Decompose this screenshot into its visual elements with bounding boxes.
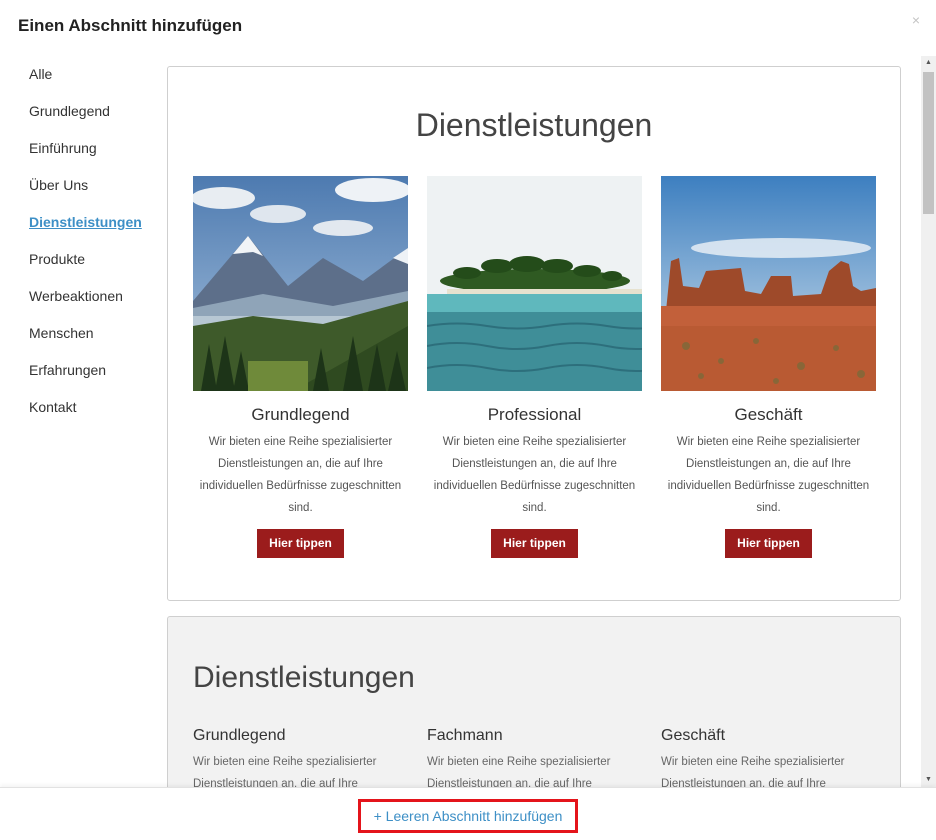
section-preview-list: Dienstleistungen Grundlegend Wir bieten … — [160, 56, 921, 787]
dialog-header: Einen Abschnitt hinzufügen × — [0, 0, 936, 52]
hier-tippen-button[interactable]: Hier tippen — [257, 529, 344, 558]
scroll-up-icon[interactable]: ▲ — [921, 56, 936, 70]
sidebar-item-werbeaktionen[interactable]: Werbeaktionen — [0, 278, 160, 315]
category-sidebar: Alle Grundlegend Einführung Über Uns Die… — [0, 56, 160, 426]
column-text: Wir bieten eine Reihe spezialisierter Di… — [667, 436, 870, 514]
column-title: Geschäft — [734, 405, 803, 424]
sidebar-item-kontakt[interactable]: Kontakt — [0, 389, 160, 426]
tropical-island-image — [427, 176, 642, 391]
dialog-footer: + Leeren Abschnitt hinzufügen — [0, 787, 936, 840]
service-column: Professional Wir bieten eine Reihe spezi… — [427, 176, 642, 558]
service-column: Fachmann Wir bieten eine Reihe spezialis… — [427, 727, 637, 787]
sidebar-item-erfahrungen[interactable]: Erfahrungen — [0, 352, 160, 389]
sidebar-item-ueber-uns[interactable]: Über Uns — [0, 167, 160, 204]
section-heading: Dienstleistungen — [415, 107, 653, 143]
close-icon[interactable]: × — [912, 12, 920, 28]
column-title: Fachmann — [427, 727, 503, 744]
service-column: Grundlegend Wir bieten eine Reihe spezia… — [193, 176, 408, 558]
mountain-forest-image — [193, 176, 408, 391]
column-text: Wir bieten eine Reihe spezialisierter Di… — [193, 756, 377, 787]
column-text: Wir bieten eine Reihe spezialisierter Di… — [661, 756, 845, 787]
preview-scrollbar[interactable]: ▲ ▼ — [921, 56, 936, 787]
sidebar-item-alle[interactable]: Alle — [0, 56, 160, 93]
service-column: Grundlegend Wir bieten eine Reihe spezia… — [193, 727, 403, 787]
desert-mesa-image — [661, 176, 876, 391]
sidebar-item-produkte[interactable]: Produkte — [0, 241, 160, 278]
service-column: Geschäft Wir bieten eine Reihe spezialis… — [661, 727, 871, 787]
column-text: Wir bieten eine Reihe spezialisierter Di… — [199, 436, 402, 514]
column-title: Professional — [487, 405, 582, 424]
sidebar-item-menschen[interactable]: Menschen — [0, 315, 160, 352]
column-title: Grundlegend — [193, 727, 286, 744]
scrollbar-thumb[interactable] — [923, 72, 934, 214]
section-template-card[interactable]: Dienstleistungen Grundlegend Wir bieten … — [167, 66, 901, 601]
sidebar-item-dienstleistungen[interactable]: Dienstleistungen — [0, 204, 160, 241]
hier-tippen-button[interactable]: Hier tippen — [725, 529, 812, 558]
column-text: Wir bieten eine Reihe spezialisierter Di… — [433, 436, 636, 514]
hier-tippen-button[interactable]: Hier tippen — [491, 529, 578, 558]
column-text: Wir bieten eine Reihe spezialisierter Di… — [427, 756, 611, 787]
dialog-title: Einen Abschnitt hinzufügen — [18, 16, 243, 35]
column-title: Grundlegend — [251, 405, 350, 424]
section-heading: Dienstleistungen — [193, 661, 415, 694]
add-empty-section-button[interactable]: + Leeren Abschnitt hinzufügen — [358, 799, 578, 833]
column-title: Geschäft — [661, 727, 726, 744]
sidebar-item-einfuehrung[interactable]: Einführung — [0, 130, 160, 167]
sidebar-item-grundlegend[interactable]: Grundlegend — [0, 93, 160, 130]
section-template-card[interactable]: Dienstleistungen Grundlegend Wir bieten … — [167, 616, 901, 787]
scroll-down-icon[interactable]: ▼ — [921, 773, 936, 787]
service-column: Geschäft Wir bieten eine Reihe spezialis… — [661, 176, 876, 558]
